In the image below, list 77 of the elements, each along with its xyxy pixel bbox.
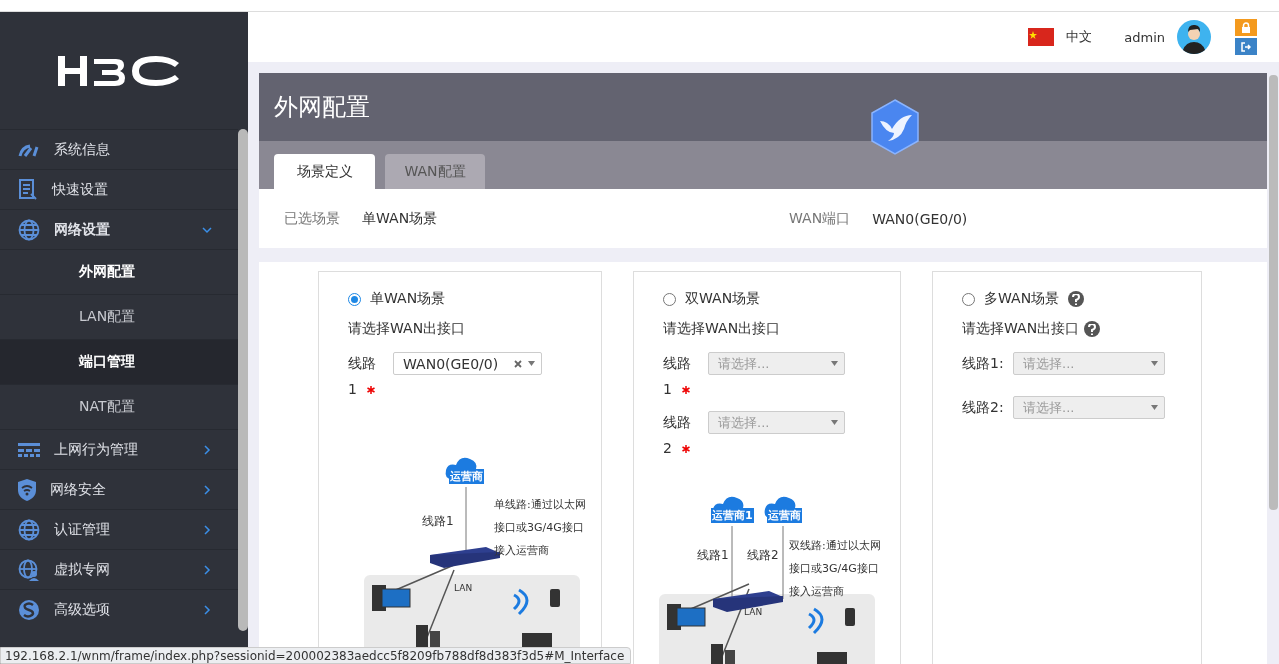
radio-button[interactable]: [348, 292, 361, 306]
sidebar-subitem[interactable]: 端口管理: [0, 339, 238, 384]
dropdown-caret-icon: [1151, 405, 1158, 410]
globe-user-icon: [18, 558, 40, 581]
line-label: 线路: [663, 354, 692, 373]
hexagon-bird-icon: [870, 99, 920, 155]
lock-button[interactable]: [1235, 19, 1257, 36]
sidebar-item[interactable]: 快速设置: [0, 169, 238, 209]
chevron-right-icon: [202, 484, 212, 495]
field-value: WAN0(GE0/0): [872, 210, 968, 227]
section-label: 请选择WAN出接口: [663, 320, 781, 338]
dropdown-caret-icon: [528, 361, 535, 366]
line-label: 线路1:: [962, 354, 1005, 373]
chevron-down-icon: [202, 224, 212, 235]
globe-icon: [18, 518, 40, 541]
sidebar-item[interactable]: 网络设置: [0, 209, 238, 249]
radio-button[interactable]: [962, 292, 975, 306]
help-icon[interactable]: [1084, 321, 1101, 337]
link-label: 线路1: [422, 513, 454, 530]
radio-button[interactable]: [663, 292, 676, 306]
scrollbar-thumb[interactable]: [238, 129, 248, 631]
section-label: 请选择WAN出接口: [962, 320, 1080, 338]
lan-label: LAN: [454, 583, 473, 593]
line-number: 1: [348, 381, 357, 397]
sidebar-item[interactable]: 认证管理: [0, 509, 238, 549]
dropdown-caret-icon: [831, 420, 838, 425]
diagram-description: 单线路:通过以太网接口或3G/4G接口接入运营商: [494, 497, 586, 559]
line-select[interactable]: WAN0(GE0/0): [393, 352, 542, 375]
dropdown-caret-icon: [1151, 361, 1158, 366]
scenario-title: 单WAN场景: [370, 290, 446, 308]
sidebar-item[interactable]: 虚拟专网: [0, 549, 238, 589]
page-title: 外网配置: [274, 92, 370, 123]
line-label: 线路: [348, 354, 377, 373]
clear-icon[interactable]: [514, 359, 522, 368]
field-label: 已选场景: [284, 209, 340, 228]
globe-icon: [18, 218, 40, 241]
username: admin: [1124, 29, 1165, 45]
help-icon[interactable]: [1068, 291, 1085, 307]
china-flag-icon: [1028, 28, 1055, 46]
cloud-label: 运营商1: [711, 508, 754, 523]
section-label: 请选择WAN出接口: [348, 320, 466, 338]
cloud-label: 运营商: [767, 508, 802, 523]
s-logo-icon: [18, 598, 40, 621]
chevron-right-icon: [202, 524, 212, 535]
line-number: 2: [663, 440, 672, 456]
grid-icon: [18, 441, 40, 458]
sidebar-item[interactable]: 高级选项: [0, 589, 238, 629]
language-label[interactable]: 中文: [1066, 28, 1093, 46]
cloud-label: 运营商: [449, 469, 484, 484]
gauge-icon: [18, 142, 40, 157]
status-bar-url: 192.168.2.1/wnm/frame/index.php?sessionid=200002383aedcc5f8209fb788df8d383f3d5#M_Interface: [0, 647, 632, 664]
field-value: 单WAN场景: [362, 209, 438, 228]
chevron-right-icon: [202, 564, 212, 575]
scenario-title: 双WAN场景: [685, 290, 761, 308]
line-label: 线路: [663, 413, 692, 432]
scenario-title: 多WAN场景: [984, 290, 1060, 308]
sidebar-item[interactable]: 上网行为管理: [0, 429, 238, 469]
line-label: 线路2:: [962, 398, 1005, 417]
scrollbar-thumb[interactable]: [1269, 75, 1278, 510]
line-number: 1: [663, 381, 672, 397]
logout-icon: [1241, 41, 1251, 52]
dropdown-caret-icon: [831, 361, 838, 366]
document-icon: [18, 178, 38, 201]
sidebar-item[interactable]: 系统信息: [0, 129, 238, 169]
chevron-right-icon: [202, 444, 212, 455]
link-label: 线路1: [697, 547, 729, 564]
chevron-right-icon: [202, 604, 212, 615]
sidebar-item[interactable]: 网络安全: [0, 469, 238, 509]
diagram-description: 双线路:通过以太网接口或3G/4G接口接入运营商: [789, 538, 881, 600]
link-label: 线路2: [747, 547, 779, 564]
field-label: WAN端口: [789, 209, 851, 228]
logout-button[interactable]: [1235, 38, 1257, 55]
avatar-icon[interactable]: [1177, 20, 1211, 54]
lan-label: LAN: [744, 607, 763, 617]
tab[interactable]: 场景定义: [274, 154, 375, 189]
lock-icon: [1241, 22, 1251, 33]
shield-wifi-icon: [18, 478, 36, 501]
